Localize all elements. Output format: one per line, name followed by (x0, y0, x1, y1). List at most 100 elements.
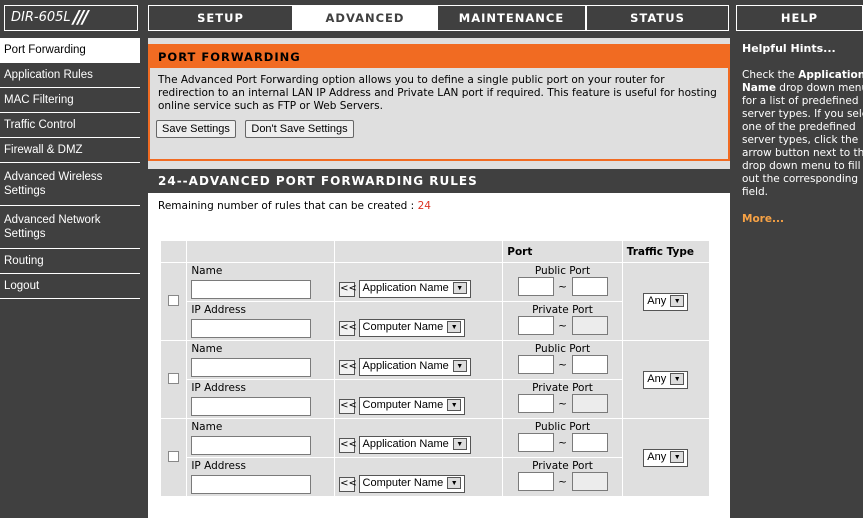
ip-label: IP Address (191, 382, 246, 394)
ip-label: IP Address (191, 460, 246, 472)
name-input[interactable] (191, 358, 312, 377)
range-separator: ~ (558, 280, 567, 293)
header-scroll (708, 240, 721, 263)
traffic-type-value: Any (647, 450, 667, 463)
tab-status[interactable]: STATUS (586, 5, 729, 31)
traffic-type-select[interactable]: Any ▼ (643, 292, 689, 311)
public-port-start-input[interactable] (517, 355, 554, 374)
copy-computer-arrow-button[interactable]: << (339, 476, 357, 492)
sidebar-item-firewall-dmz[interactable]: Firewall & DMZ (0, 138, 140, 163)
ip-cell: IP Address (186, 379, 336, 419)
chevron-down-icon: ▼ (670, 372, 685, 385)
dont-save-settings-button[interactable]: Don't Save Settings (245, 120, 354, 138)
rule-enable-checkbox[interactable] (168, 450, 180, 462)
help-line: drop down menu to fill (742, 160, 861, 172)
ip-address-input[interactable] (191, 319, 312, 338)
tab-setup[interactable]: SETUP (148, 5, 293, 31)
computer-name-select[interactable]: Computer Name ▼ (358, 397, 466, 415)
model-name: DIR-605L (11, 10, 71, 25)
header-blank (334, 240, 504, 263)
private-port-input[interactable] (517, 316, 554, 335)
chevron-down-icon: ▼ (447, 399, 462, 412)
help-line: arrow button next to the (742, 147, 863, 159)
private-port-cell: Private Port ~ (502, 301, 623, 341)
computer-name-select[interactable]: Computer Name ▼ (358, 319, 466, 337)
public-port-end-input[interactable] (571, 355, 608, 374)
ip-cell: IP Address (186, 457, 336, 497)
ip-address-input[interactable] (191, 475, 312, 494)
sidebar-item-traffic-control[interactable]: Traffic Control (0, 113, 140, 138)
public-port-end-input[interactable] (571, 433, 608, 452)
header-port: Port (502, 240, 623, 263)
app-select-cell: << Application Name ▼ (334, 340, 504, 380)
help-line: field. (742, 186, 768, 198)
chevron-down-icon: ▼ (452, 282, 467, 295)
private-port-label: Private Port (532, 382, 593, 394)
sidebar-item-logout[interactable]: Logout (0, 274, 140, 299)
sidebar-item-application-rules[interactable]: Application Rules (0, 63, 140, 88)
application-name-select[interactable]: Application Name ▼ (358, 358, 471, 376)
computer-name-value: Computer Name (362, 477, 444, 489)
chevron-down-icon: ▼ (670, 450, 685, 463)
help-line: Check the Application (742, 69, 863, 81)
application-name-value: Application Name (362, 438, 449, 450)
copy-app-arrow-button[interactable]: << (339, 281, 357, 297)
help-more-link[interactable]: More... (742, 213, 857, 225)
copy-app-arrow-button[interactable]: << (339, 359, 357, 375)
sidebar-item-mac-filtering[interactable]: MAC Filtering (0, 88, 140, 113)
traffic-type-select[interactable]: Any ▼ (643, 448, 689, 467)
application-name-value: Application Name (362, 360, 449, 372)
application-name-select[interactable]: Application Name ▼ (358, 280, 471, 298)
public-port-cell: Public Port ~ (502, 340, 623, 380)
private-port-input[interactable] (517, 394, 554, 413)
copy-computer-arrow-button[interactable]: << (339, 398, 357, 414)
sidebar-item-routing[interactable]: Routing (0, 249, 140, 274)
table-header-row: Port Traffic Type (159, 240, 721, 263)
traffic-type-cell: Any ▼ (621, 340, 710, 419)
top-nav-bar: DIR-605L /// SETUP ADVANCED MAINTENANCE … (0, 0, 863, 36)
tab-advanced[interactable]: ADVANCED (293, 5, 437, 31)
public-port-start-input[interactable] (517, 277, 554, 296)
sidebar-item-advanced-wireless[interactable]: Advanced Wireless Settings (0, 163, 140, 206)
rule-enable-checkbox[interactable] (168, 294, 180, 306)
public-port-start-input[interactable] (517, 433, 554, 452)
public-port-label: Public Port (534, 421, 591, 433)
application-name-select[interactable]: Application Name ▼ (358, 436, 471, 454)
sidebar-item-advanced-network[interactable]: Advanced Network Settings (0, 206, 140, 249)
public-port-cell: Public Port ~ (502, 262, 623, 302)
name-input[interactable] (191, 436, 312, 455)
tab-maintenance[interactable]: MAINTENANCE (437, 5, 586, 31)
chevron-down-icon: ▼ (447, 321, 462, 334)
rule-enable-checkbox[interactable] (168, 372, 180, 384)
public-port-end-input[interactable] (571, 277, 608, 296)
ip-label: IP Address (191, 304, 246, 316)
range-separator: ~ (558, 358, 567, 371)
computer-name-select[interactable]: Computer Name ▼ (358, 475, 466, 493)
tab-help[interactable]: HELP (736, 5, 863, 31)
computer-name-value: Computer Name (362, 321, 444, 333)
sidebar-item-port-forwarding[interactable]: Port Forwarding (0, 38, 140, 63)
app-select-cell: << Application Name ▼ (334, 418, 504, 458)
chevron-down-icon: ▼ (452, 438, 467, 451)
scroll-spacer (708, 340, 721, 419)
public-port-label: Public Port (534, 265, 591, 277)
name-input[interactable] (191, 280, 312, 299)
traffic-type-select[interactable]: Any ▼ (643, 370, 689, 389)
rule-checkbox-cell (159, 262, 188, 341)
copy-computer-arrow-button[interactable]: << (339, 320, 357, 336)
ip-address-input[interactable] (191, 397, 312, 416)
private-port-input[interactable] (517, 472, 554, 491)
help-panel: Helpful Hints... Check the Application Na… (736, 38, 863, 518)
private-port-cell: Private Port ~ (502, 379, 623, 419)
scroll-spacer (708, 262, 721, 341)
private-port-end-input (571, 472, 608, 491)
save-settings-button[interactable]: Save Settings (156, 120, 236, 138)
copy-app-arrow-button[interactable]: << (339, 437, 357, 453)
range-separator: ~ (558, 319, 567, 332)
port-forwarding-panel: PORT FORWARDING The Advanced Port Forwar… (148, 44, 730, 161)
slashes-logo-icon: /// (73, 7, 89, 28)
chevron-down-icon: ▼ (670, 294, 685, 307)
computer-select-cell: << Computer Name ▼ (334, 301, 504, 341)
traffic-type-value: Any (647, 294, 667, 307)
traffic-type-value: Any (647, 372, 667, 385)
